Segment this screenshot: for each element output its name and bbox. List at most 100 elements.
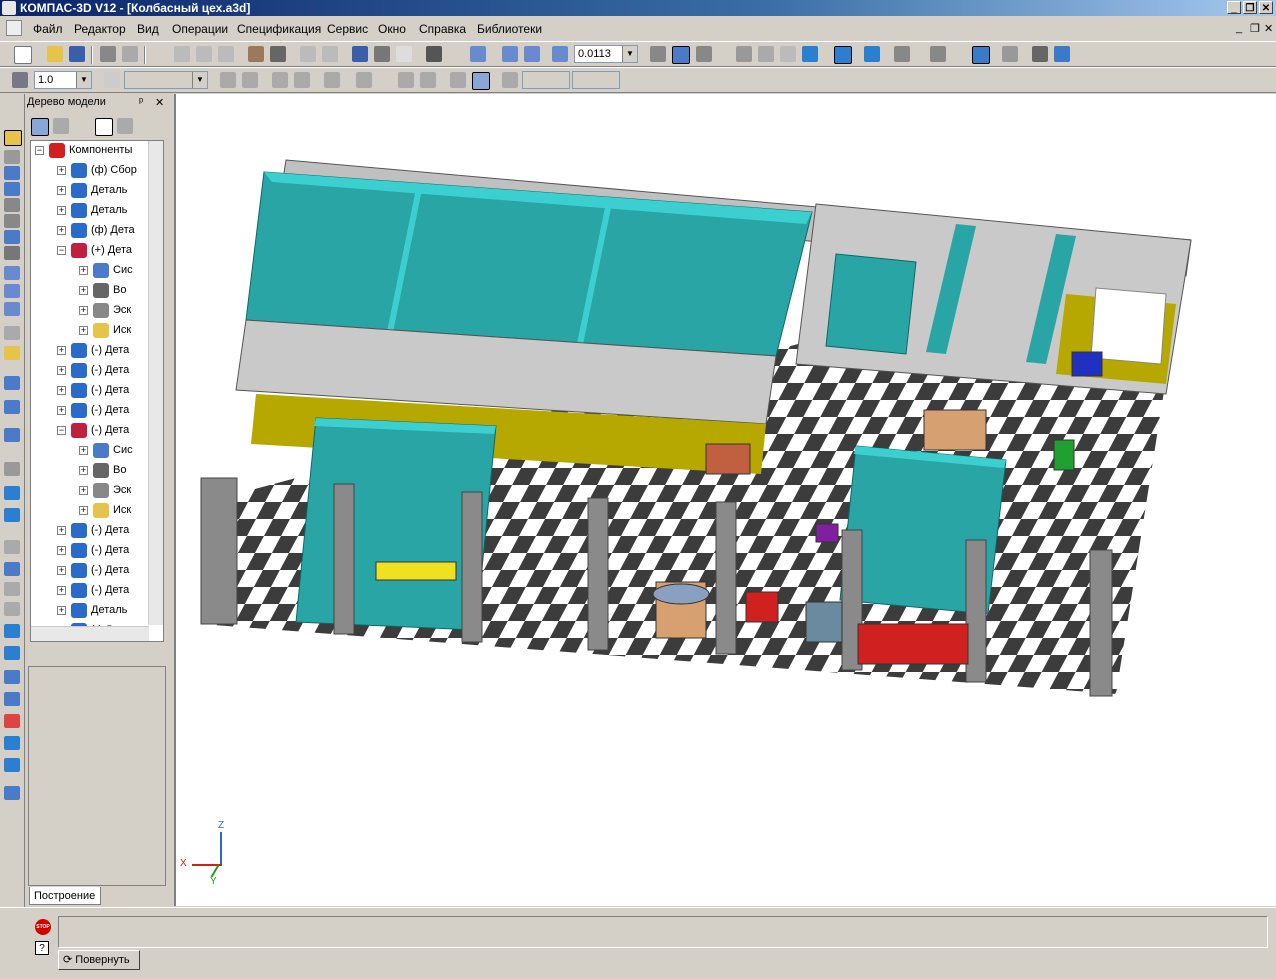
expand-icon[interactable]: + [57, 386, 66, 395]
tree-item[interactable]: + (-) Дета [31, 561, 163, 581]
manager-icon[interactable] [352, 46, 368, 62]
grid-icon[interactable] [356, 72, 372, 88]
tool-icon[interactable] [4, 246, 20, 260]
library-manager-icon[interactable] [374, 46, 390, 62]
new-file-icon[interactable] [14, 46, 32, 64]
tool-icon[interactable] [4, 758, 20, 772]
tool-icon[interactable] [4, 428, 20, 442]
tool-icon[interactable] [4, 646, 20, 660]
tool-icon[interactable] [4, 166, 20, 180]
chevron-down-icon[interactable]: ▼ [622, 46, 637, 62]
orientation-icon[interactable] [696, 46, 712, 62]
redo-icon[interactable] [322, 46, 338, 62]
expand-icon[interactable]: + [79, 266, 88, 275]
tree-item[interactable]: − Компоненты [31, 141, 163, 161]
edit-assembly-icon[interactable] [4, 130, 22, 146]
tool-icon[interactable] [4, 326, 20, 340]
ortho-icon[interactable] [294, 72, 310, 88]
cursor-y-field[interactable] [572, 71, 620, 89]
tree-item[interactable]: + Деталь [31, 181, 163, 201]
filter-icon[interactable] [894, 46, 910, 62]
expand-icon[interactable]: + [57, 226, 66, 235]
tool-icon[interactable] [4, 508, 20, 522]
hidden-lines-icon[interactable] [758, 46, 774, 62]
zoom-out-icon[interactable] [524, 46, 540, 62]
menu-view[interactable]: Вид [137, 22, 159, 36]
expand-icon[interactable]: + [57, 346, 66, 355]
tree-filter-icon[interactable] [117, 118, 133, 134]
plane-icon[interactable] [242, 72, 258, 88]
tool-icon[interactable] [4, 462, 20, 476]
tool-icon[interactable] [4, 376, 20, 390]
tree-item[interactable]: + Во [31, 281, 163, 301]
rebuild-icon[interactable] [972, 46, 990, 64]
tool-icon[interactable] [4, 150, 20, 164]
local-axes-icon[interactable] [420, 72, 436, 88]
chevron-down-icon[interactable]: ▼ [192, 72, 207, 88]
expand-icon[interactable]: + [79, 446, 88, 455]
tool-icon[interactable] [4, 582, 20, 596]
pan-icon[interactable] [650, 46, 666, 62]
expand-icon[interactable]: + [57, 586, 66, 595]
expand-icon[interactable]: + [57, 526, 66, 535]
tree-item[interactable]: + Во [31, 461, 163, 481]
cut-icon[interactable] [174, 46, 190, 62]
menu-specification[interactable]: Спецификация [237, 22, 321, 36]
tool-icon[interactable] [4, 284, 20, 298]
zoom-in-icon[interactable] [502, 46, 518, 62]
expand-icon[interactable]: + [57, 186, 66, 195]
step-combobox[interactable]: 1.0 ▼ [34, 71, 92, 89]
tree-item[interactable]: + Иск [31, 501, 163, 521]
layer-combobox[interactable]: ▼ [124, 71, 208, 89]
collapse-icon[interactable]: − [57, 426, 66, 435]
tree-item[interactable]: + (-) Дета [31, 381, 163, 401]
panel-close-icon[interactable]: ✕ [155, 96, 164, 109]
tool-icon[interactable] [4, 714, 20, 728]
minimize-button[interactable]: _ [1227, 1, 1241, 14]
tool-icon[interactable] [4, 786, 20, 800]
menu-libraries[interactable]: Библиотеки [477, 22, 542, 36]
tree-document-icon[interactable] [95, 118, 113, 136]
tool-icon[interactable] [4, 214, 20, 228]
menu-window[interactable]: Окно [378, 22, 406, 36]
save-icon[interactable] [69, 46, 85, 62]
tree-item[interactable]: + (ф) Дета [31, 221, 163, 241]
spec-icon[interactable] [1032, 46, 1048, 62]
tree-item[interactable]: + Сис [31, 261, 163, 281]
shaded-edges-icon[interactable] [834, 46, 852, 64]
restore-button[interactable]: ❐ [1243, 1, 1257, 14]
mdi-close-button[interactable]: ✕ [1264, 22, 1273, 35]
tree-item[interactable]: − (-) Дета [31, 421, 163, 441]
tree-item[interactable]: + Иск [31, 321, 163, 341]
tree-item[interactable]: + (-) Дета [31, 581, 163, 601]
variables-icon[interactable] [396, 46, 412, 62]
close-button[interactable]: ✕ [1259, 1, 1273, 14]
hidden-thin-icon[interactable] [780, 46, 796, 62]
mdi-minimize-button[interactable]: _ [1236, 22, 1242, 34]
tree-item[interactable]: + (-) Дета [31, 401, 163, 421]
tree-item[interactable]: + Сис [31, 441, 163, 461]
tool-icon[interactable] [4, 346, 20, 360]
mdi-restore-button[interactable]: ❐ [1250, 22, 1260, 35]
command-input[interactable] [58, 916, 1268, 948]
paste-icon[interactable] [218, 46, 234, 62]
tool-icon[interactable] [4, 624, 20, 638]
model-tree[interactable]: +(-) Дета+Деталь+(-) Дета+(-) Дета+(-) Д… [30, 140, 164, 642]
cursor-xy-icon[interactable] [502, 72, 518, 88]
cursor-x-field[interactable] [522, 71, 570, 89]
expand-icon[interactable]: + [57, 166, 66, 175]
expand-icon[interactable]: + [57, 546, 66, 555]
expand-icon[interactable]: + [57, 406, 66, 415]
perspective-icon[interactable] [864, 46, 880, 62]
copy-icon[interactable] [196, 46, 212, 62]
tool-icon[interactable] [4, 736, 20, 750]
menu-help[interactable]: Справка [419, 22, 466, 36]
open-folder-icon[interactable] [47, 46, 63, 62]
zoom-window-icon[interactable] [470, 46, 486, 62]
help-icon[interactable]: ? [35, 941, 49, 955]
collapse-icon[interactable]: − [57, 246, 66, 255]
coordinates-icon[interactable] [472, 72, 490, 90]
rotate-icon[interactable] [672, 46, 690, 64]
expand-icon[interactable]: + [79, 486, 88, 495]
tool-icon[interactable] [4, 198, 20, 212]
